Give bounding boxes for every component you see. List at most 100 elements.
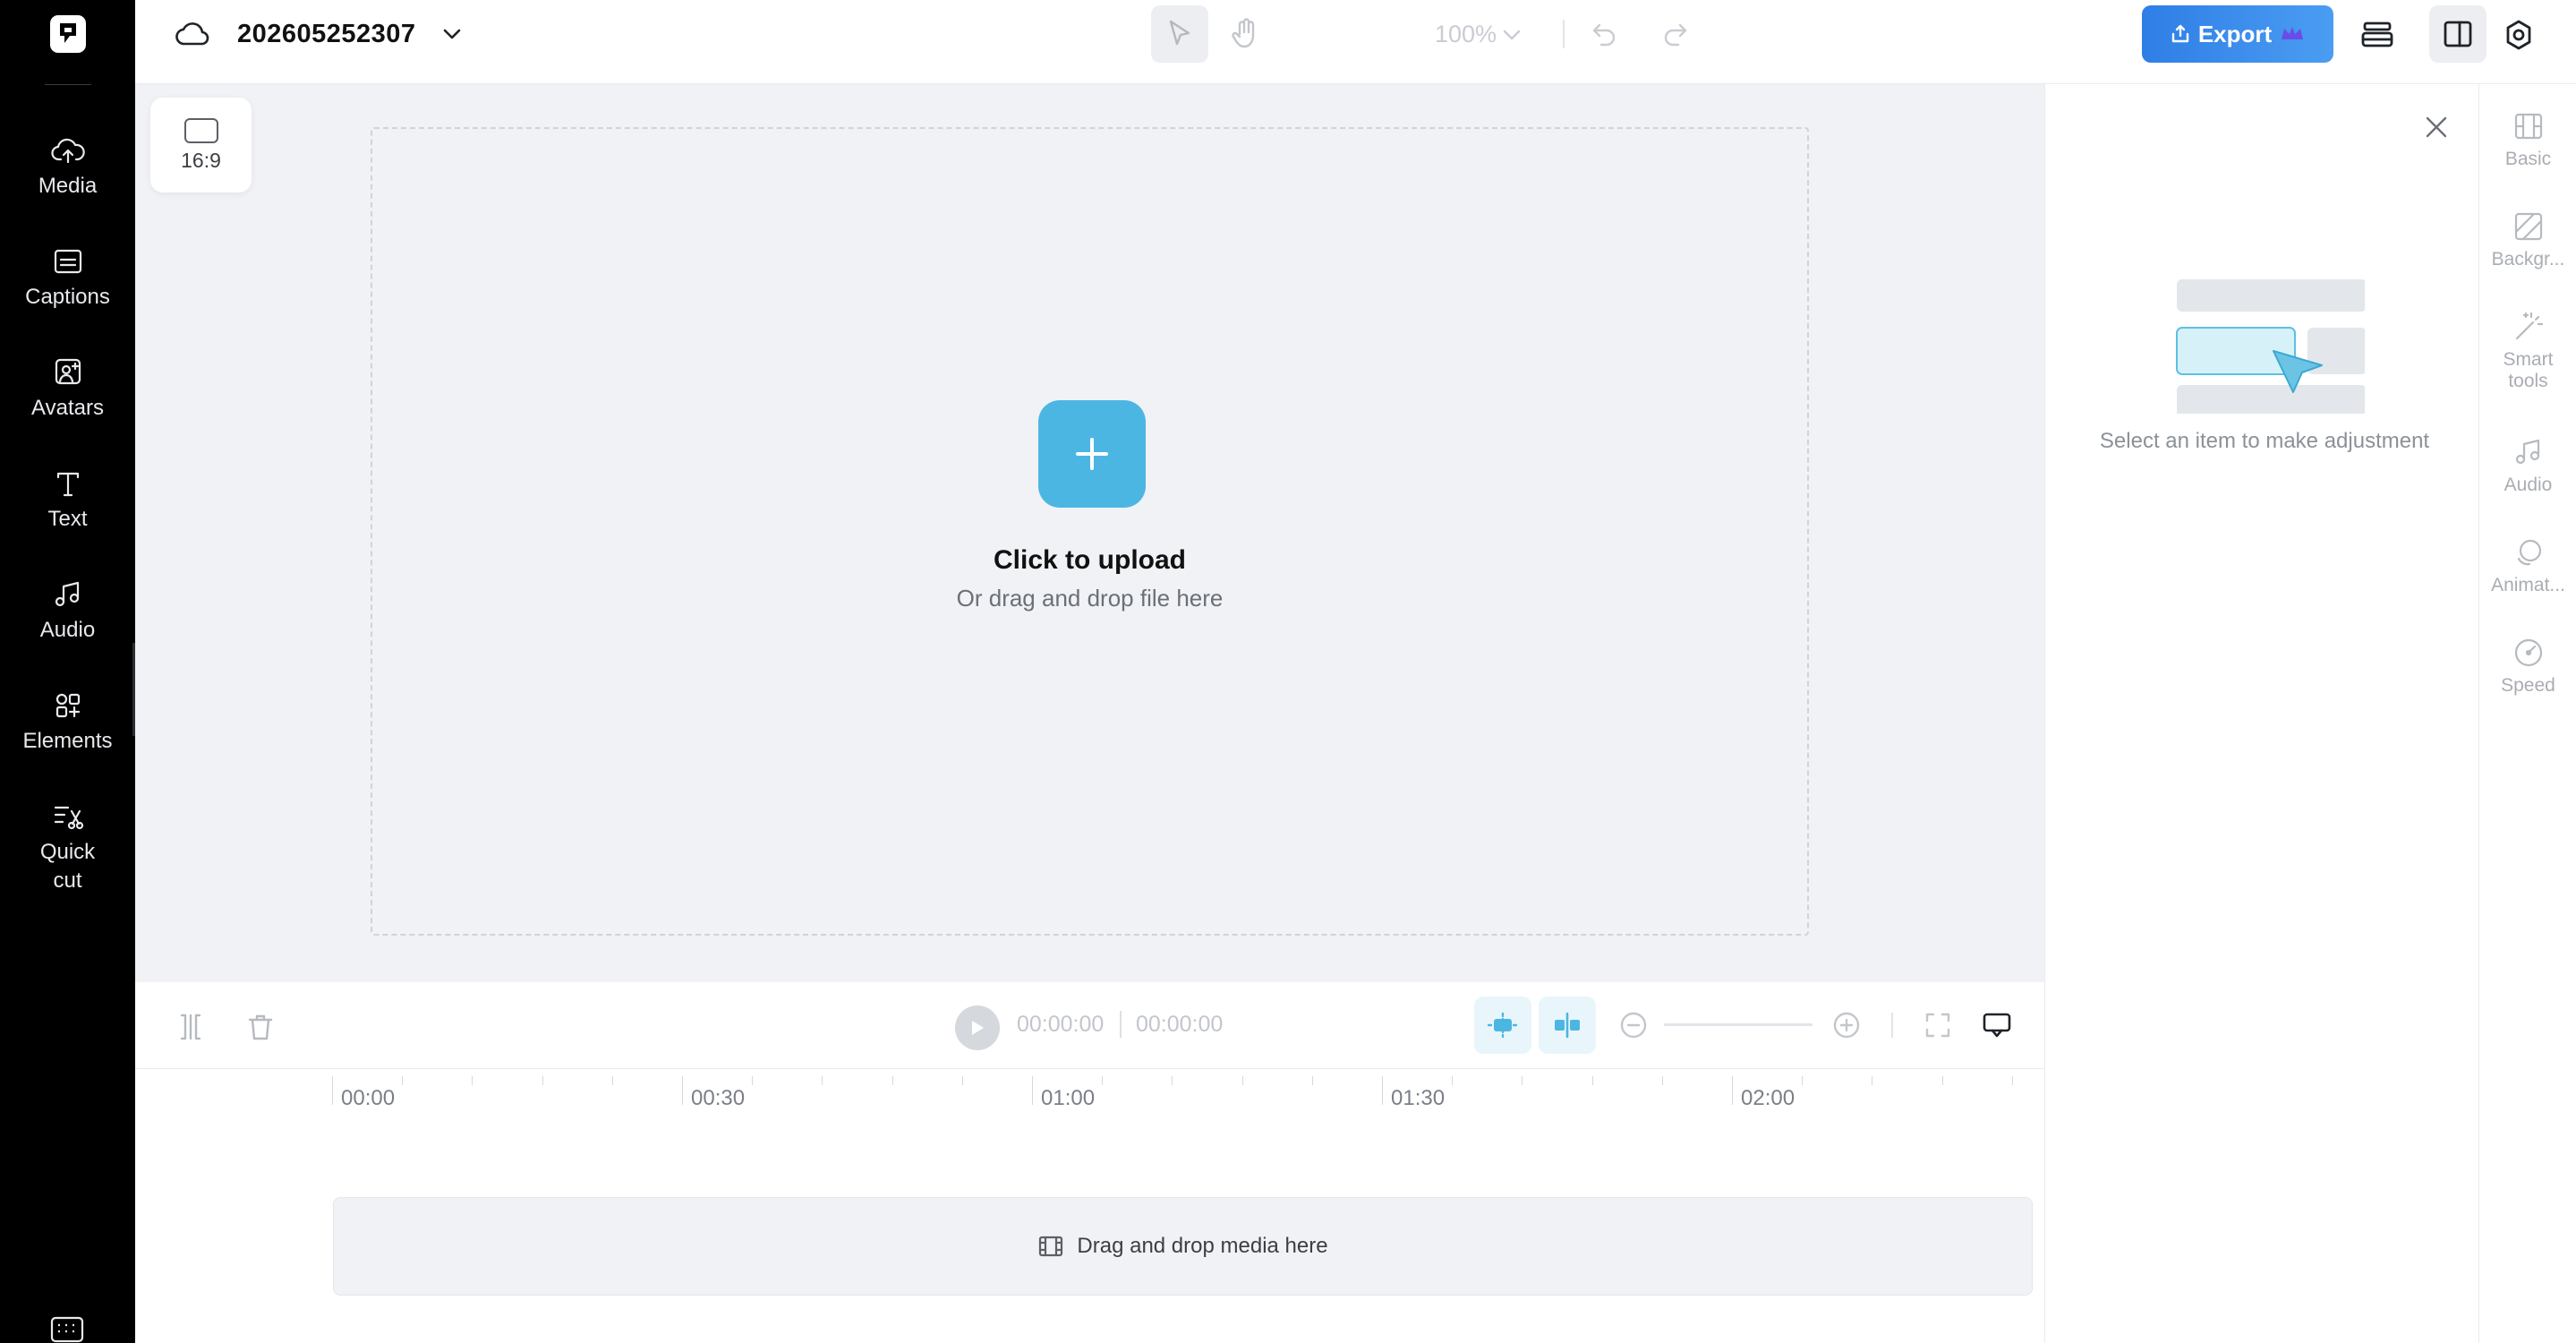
linkage-button[interactable]	[1539, 997, 1596, 1054]
ruler-minor-tick	[752, 1076, 753, 1085]
close-panel-button[interactable]	[2420, 111, 2452, 143]
ruler-minor-tick	[542, 1076, 543, 1085]
split-panel-icon	[2444, 21, 2472, 47]
upload-button[interactable]	[1038, 400, 1146, 508]
undo-icon	[1592, 23, 1616, 47]
zoom-in-button[interactable]	[1829, 1007, 1864, 1043]
nav-item-elements[interactable]: Elements	[0, 688, 135, 756]
ruler-label: 00:30	[691, 1086, 746, 1110]
timeline: 00:00 00:30 01:00 01:30 02:00 Drag and drop …	[135, 1069, 2044, 1343]
rail-item-audio[interactable]: Audio	[2479, 435, 2576, 496]
preview-screen-button[interactable]	[1977, 1005, 2017, 1045]
ruler-label: 01:00	[1041, 1086, 1096, 1110]
zoom-out-button[interactable]	[1616, 1007, 1651, 1043]
settings-button[interactable]	[2496, 13, 2541, 57]
plus-circle-icon	[1833, 1012, 1860, 1039]
rail-item-label: Animat...	[2491, 575, 2565, 595]
magic-wand-icon	[2515, 312, 2543, 340]
timeline-zoom-slider[interactable]	[1664, 1023, 1813, 1026]
align-icon	[1555, 1012, 1580, 1039]
nav-item-label: Media	[38, 174, 98, 198]
layers-icon	[2361, 21, 2393, 47]
nav-item-quick-cut[interactable]: Quick cut	[0, 799, 135, 895]
play-button[interactable]	[955, 1005, 1000, 1050]
ruler-major-tick	[682, 1076, 683, 1105]
ruler-label: 00:00	[341, 1086, 396, 1110]
captions-icon	[54, 249, 81, 274]
upload-dropzone[interactable]: Click to upload Or drag and drop file he…	[371, 127, 1809, 936]
ruler-major-tick	[1732, 1076, 1733, 1105]
aspect-ratio-icon	[183, 117, 218, 143]
trash-icon	[248, 1014, 273, 1040]
timeline-drop-zone[interactable]: Drag and drop media here	[333, 1197, 2033, 1296]
export-button[interactable]: Export	[2142, 5, 2333, 63]
fit-screen-icon	[1925, 1013, 1950, 1038]
rail-item-smart-tools[interactable]: Smart tools	[2479, 310, 2576, 392]
ruler-minor-tick	[892, 1076, 893, 1085]
redo-button[interactable]	[1657, 16, 1693, 52]
redo-icon	[1664, 23, 1687, 47]
nav-item-avatars[interactable]: Avatars	[0, 355, 135, 423]
rail-item-basic[interactable]: Basic	[2479, 109, 2576, 170]
ruler-minor-tick	[1802, 1076, 1803, 1085]
properties-panel: Select an item to make adjustment	[2044, 84, 2478, 1343]
aspect-ratio-label: 16:9	[181, 148, 221, 172]
ruler-minor-tick	[1172, 1076, 1173, 1085]
rail-item-label: Backgr...	[2491, 249, 2565, 269]
delete-button[interactable]	[243, 1009, 278, 1045]
ruler-label: 02:00	[1741, 1086, 1796, 1110]
ruler-minor-tick	[1452, 1076, 1453, 1085]
select-item-illustration	[2176, 279, 2365, 414]
upload-subtitle: Or drag and drop file here	[956, 585, 1224, 612]
nav-item-audio[interactable]: Audio	[0, 577, 135, 645]
rail-item-label: Smart tools	[2503, 349, 2554, 391]
rail-item-speed[interactable]: Speed	[2479, 636, 2576, 697]
split-icon	[180, 1014, 201, 1040]
layers-button[interactable]	[2353, 13, 2401, 57]
project-menu-button[interactable]	[436, 18, 468, 50]
nav-item-label: Text	[47, 507, 88, 531]
text-icon	[56, 472, 79, 497]
timeline-drop-label: Drag and drop media here	[1077, 1234, 1328, 1258]
panel-toggle-button[interactable]	[2429, 5, 2486, 63]
left-sidebar: Media Captions Avatars Text Audio Elemen…	[0, 0, 135, 1343]
rail-item-label: Audio	[2503, 475, 2553, 495]
music-note-icon	[55, 581, 79, 607]
properties-hint: Select an item to make adjustment	[2099, 429, 2430, 453]
magnet-snap-button[interactable]	[1474, 997, 1531, 1054]
gear-icon	[2506, 20, 2531, 50]
fit-timeline-button[interactable]	[1920, 1007, 1956, 1043]
ruler-minor-tick	[612, 1076, 613, 1085]
hand-tool-button[interactable]	[1216, 5, 1274, 63]
nav-item-media[interactable]: Media	[0, 133, 135, 201]
rail-item-animation[interactable]: Animat...	[2479, 535, 2576, 596]
nav-item-captions[interactable]: Captions	[0, 244, 135, 312]
split-button[interactable]	[173, 1009, 209, 1045]
play-icon	[972, 1021, 984, 1035]
zoom-level[interactable]: 100%	[1435, 18, 1497, 50]
ruler-minor-tick	[2012, 1076, 2013, 1085]
ruler-minor-tick	[1242, 1076, 1243, 1085]
pointer-icon	[1169, 20, 1190, 46]
select-tool-button[interactable]	[1151, 5, 1208, 63]
rail-item-background[interactable]: Backgr...	[2479, 210, 2576, 270]
chevron-down-icon	[1503, 30, 1521, 40]
cloud-sync-button[interactable]	[173, 16, 212, 52]
keyboard-shortcuts-button[interactable]	[50, 1316, 84, 1343]
basic-icon	[2514, 113, 2542, 140]
ruler-minor-tick	[1942, 1076, 1943, 1085]
nav-item-label: Elements	[22, 729, 113, 753]
nav-item-text[interactable]: Text	[0, 466, 135, 534]
avatar-icon	[55, 358, 81, 385]
zoom-dropdown-button[interactable]	[1500, 23, 1523, 47]
ruler-minor-tick	[1312, 1076, 1313, 1085]
ruler-label: 01:30	[1391, 1086, 1446, 1110]
app-logo[interactable]	[50, 15, 86, 53]
export-label: Export	[2197, 20, 2273, 47]
aspect-ratio-button[interactable]: 16:9	[150, 98, 252, 192]
cloud-upload-icon	[50, 138, 85, 164]
animation-icon	[2517, 539, 2541, 566]
project-name[interactable]: 202605252307	[237, 18, 416, 50]
undo-button[interactable]	[1587, 16, 1623, 52]
close-icon	[2426, 116, 2447, 138]
